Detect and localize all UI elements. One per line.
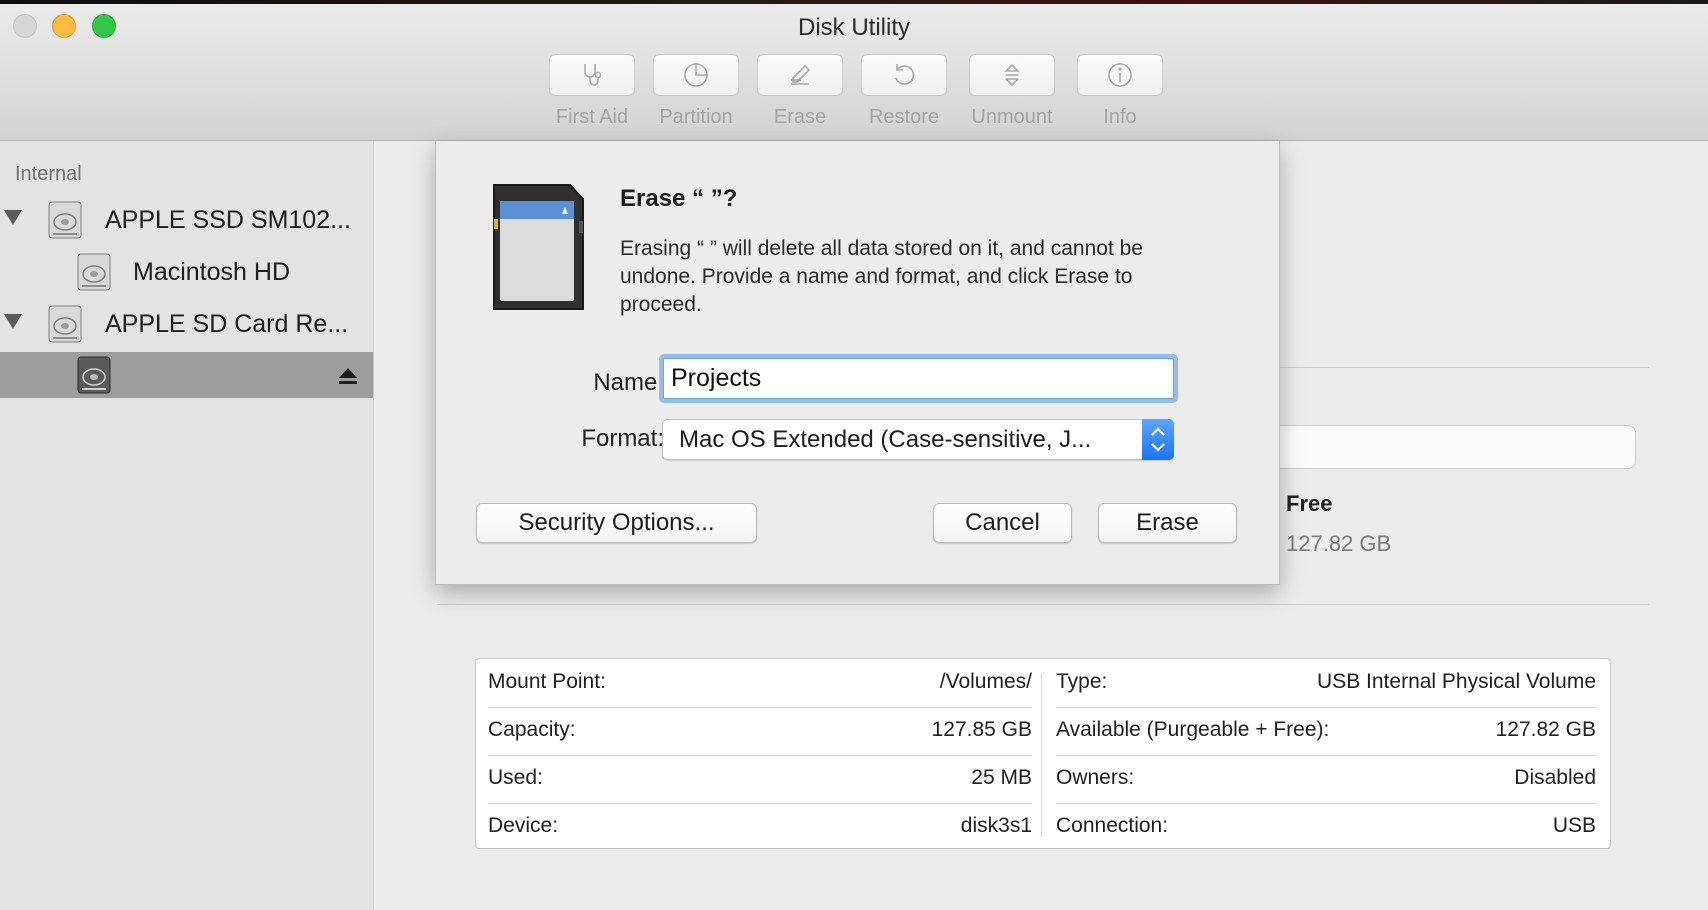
erase-dialog: Erase “ ”? Erasing “ ” will delete all d… [435, 141, 1280, 585]
info-key: Device: [488, 814, 559, 837]
toolbar-unmount[interactable]: Unmount [957, 54, 1067, 138]
toolbar-label: Partition [659, 106, 733, 128]
sidebar-heading: Internal [15, 163, 82, 185]
pie-chart-icon [684, 63, 708, 87]
info-value: USB Internal Physical Volume [1317, 670, 1596, 693]
info-row: Used: 25 MB [488, 755, 1032, 804]
chevron-up-down-icon [1151, 427, 1165, 452]
info-row: Device: disk3s1 [488, 803, 1032, 851]
info-value: disk3s1 [960, 814, 1032, 837]
toolbar-label: Unmount [971, 106, 1053, 128]
sidebar-item-label: APPLE SD Card Re... [105, 310, 349, 338]
sidebar-item-label: Macintosh HD [133, 258, 290, 286]
info-column-right: Type: USB Internal Physical Volume Avail… [1056, 659, 1596, 848]
info-row: Mount Point: /Volumes/ [488, 659, 1032, 708]
toolbar-label: First Aid [555, 106, 629, 128]
unmount-icon [1004, 63, 1020, 87]
window-title: Disk Utility [798, 14, 910, 41]
info-value: 25 MB [971, 766, 1032, 789]
toolbar-label: Restore [868, 106, 940, 128]
info-key: Owners: [1056, 766, 1135, 789]
info-value: USB [1552, 814, 1596, 837]
sidebar: Internal APPLE SSD SM102... Macintosh HD… [0, 141, 374, 910]
sidebar-item-sd-volume[interactable] [0, 352, 373, 398]
partition-button[interactable] [653, 54, 739, 96]
disclosure-triangle-icon[interactable] [4, 314, 22, 329]
dialog-title: Erase “ ”? [620, 185, 738, 212]
sd-card-icon [493, 184, 584, 310]
disclosure-triangle-icon[interactable] [4, 210, 22, 225]
usage-bar [1270, 425, 1636, 469]
info-key: Connection: [1056, 814, 1169, 837]
toolbar-info[interactable]: Info [1065, 54, 1175, 138]
first-aid-button[interactable] [549, 54, 635, 96]
free-space-value: 127.82 GB [1286, 531, 1392, 556]
info-value: /Volumes/ [939, 670, 1032, 693]
cancel-button[interactable]: Cancel [933, 503, 1072, 543]
toolbar-label: Erase [773, 106, 827, 128]
unmount-button[interactable] [969, 54, 1055, 96]
sidebar-item-apple-sd-card[interactable]: APPLE SD Card Re... [0, 301, 373, 347]
erase-pencil-icon [791, 64, 811, 85]
info-key: Available (Purgeable + Free): [1056, 718, 1330, 741]
info-row: Available (Purgeable + Free): 127.82 GB [1056, 707, 1596, 756]
stethoscope-icon [584, 64, 602, 86]
info-icon [1108, 63, 1132, 87]
hard-disk-icon [48, 305, 82, 343]
column-separator [1041, 673, 1042, 837]
sidebar-item-apple-ssd[interactable]: APPLE SSD SM102... [0, 197, 373, 243]
toolbar-first-aid[interactable]: First Aid [537, 54, 647, 138]
info-value: Disabled [1514, 766, 1596, 789]
info-row: Type: USB Internal Physical Volume [1056, 659, 1596, 708]
toolbar-partition[interactable]: Partition [641, 54, 751, 138]
toolbar-label: Info [1103, 106, 1137, 128]
format-selected-value: Mac OS Extended (Case-sensitive, J... [679, 426, 1092, 453]
info-column-left: Mount Point: /Volumes/ Capacity: 127.85 … [488, 659, 1032, 848]
hard-disk-icon [77, 356, 111, 394]
hard-disk-icon [77, 253, 111, 291]
info-key: Capacity: [488, 718, 576, 741]
popup-stepper[interactable] [1142, 419, 1174, 460]
toolbar-erase[interactable]: Erase [745, 54, 855, 138]
info-key: Mount Point: [488, 670, 606, 693]
sidebar-item-label: APPLE SSD SM102... [105, 206, 351, 234]
name-label: Name: [593, 369, 664, 396]
volume-info-table: Mount Point: /Volumes/ Capacity: 127.85 … [475, 658, 1611, 849]
disk-utility-window: Disk Utility First Aid Partition Erase R… [0, 4, 1708, 910]
info-row: Capacity: 127.85 GB [488, 707, 1032, 756]
divider [437, 604, 1649, 605]
info-row: Connection: USB [1056, 803, 1596, 851]
divider [1276, 367, 1649, 368]
erase-toolbar-button[interactable] [757, 54, 843, 96]
sidebar-item-macintosh-hd[interactable]: Macintosh HD [0, 249, 373, 295]
free-space-label: Free [1286, 491, 1333, 516]
name-input[interactable] [659, 354, 1178, 403]
info-button[interactable] [1077, 54, 1163, 96]
title-bar: Disk Utility First Aid Partition Erase R… [0, 4, 1708, 141]
hard-disk-icon [48, 201, 82, 239]
info-row: Owners: Disabled [1056, 755, 1596, 804]
security-options-button[interactable]: Security Options... [476, 503, 757, 543]
format-select[interactable]: Mac OS Extended (Case-sensitive, J... [662, 419, 1174, 460]
eject-icon[interactable] [338, 367, 358, 385]
erase-button[interactable]: Erase [1098, 503, 1237, 543]
restore-button[interactable] [861, 54, 947, 96]
info-value: 127.85 GB [931, 718, 1032, 741]
format-label: Format: [581, 425, 664, 452]
info-value: 127.82 GB [1495, 718, 1596, 741]
dialog-message: Erasing “ ” will delete all data stored … [620, 237, 1143, 316]
info-key: Used: [488, 766, 543, 789]
toolbar-restore[interactable]: Restore [849, 54, 959, 138]
restore-arrow-icon [895, 64, 915, 85]
info-key: Type: [1056, 670, 1108, 693]
